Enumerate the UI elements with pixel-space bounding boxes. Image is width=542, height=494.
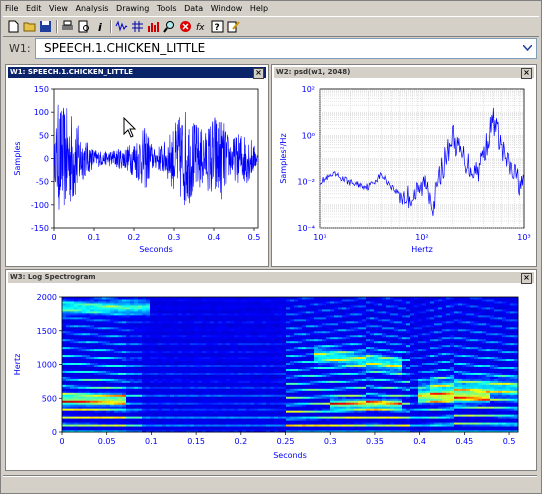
- spectrogram-cells: [62, 297, 519, 433]
- y-tick-label: -50: [36, 178, 49, 187]
- menu-file[interactable]: File: [3, 2, 21, 15]
- toolbar: i fx ?: [3, 16, 539, 37]
- pane-w1-title: W1: SPEECH.1.CHICKEN_LITTLE ×: [8, 67, 266, 79]
- print-icon[interactable]: [60, 19, 75, 34]
- x-axis-label: Hertz: [411, 245, 433, 254]
- y-axis-label: Samples²/Hz: [279, 133, 288, 183]
- edit-icon[interactable]: [226, 19, 241, 34]
- window-selector-value: SPEECH.1.CHICKEN_LITTLE: [44, 41, 206, 55]
- pane-w1[interactable]: W1: SPEECH.1.CHICKEN_LITTLE × 150 100 50 0-…: [5, 64, 269, 267]
- y-tick-label: -100: [31, 201, 49, 210]
- menu-drawing[interactable]: Drawing: [114, 2, 152, 15]
- menu-bar: File Edit View Analysis Drawing Tools Da…: [3, 2, 539, 15]
- info-icon[interactable]: i: [92, 19, 107, 34]
- menu-analysis[interactable]: Analysis: [74, 2, 112, 15]
- window-selector-bar: W1: SPEECH.1.CHICKEN_LITTLE: [3, 36, 537, 60]
- y-tick-label: 150: [34, 85, 49, 94]
- x-tick-label: 10²: [415, 233, 428, 242]
- new-file-icon[interactable]: [6, 19, 21, 34]
- close-icon[interactable]: ×: [521, 273, 532, 284]
- pane-w3[interactable]: W3: Log Spectrogram × 2000 1500 1000 500 0 0 0…: [5, 269, 537, 471]
- menu-window[interactable]: Window: [209, 2, 246, 15]
- close-icon[interactable]: ×: [253, 68, 264, 79]
- x-tick-label: 0.4: [208, 233, 221, 242]
- bar-chart-icon[interactable]: [146, 19, 161, 34]
- grid-icon[interactable]: [130, 19, 145, 34]
- y-tick-label: 100: [34, 108, 49, 117]
- psd-chart: 10² 10⁰ 10⁻² 10⁻⁴10¹ 10² 10³ Hertz Samples²/Hz: [279, 85, 531, 254]
- app-window: File Edit View Analysis Drawing Tools Da…: [0, 0, 542, 494]
- y-tick-label: 10⁻²: [297, 178, 315, 187]
- window-selector-label: W1:: [9, 42, 31, 55]
- save-icon[interactable]: [38, 19, 53, 34]
- window-selector-combo[interactable]: SPEECH.1.CHICKEN_LITTLE: [35, 38, 537, 59]
- open-folder-icon[interactable]: [22, 19, 37, 34]
- x-tick-label: 0.2: [128, 233, 141, 242]
- y-tick-label: 10⁻⁴: [297, 224, 315, 233]
- x-tick-label: 0.1: [88, 233, 101, 242]
- x-tick-label: 10¹: [313, 233, 326, 242]
- waveform-chart: 150100500-50-100-1500 0.1 0.2 0.3 0.4 0.5Seco…: [13, 85, 261, 254]
- close-icon[interactable]: ×: [521, 68, 532, 79]
- menu-view[interactable]: View: [47, 2, 71, 15]
- stop-icon[interactable]: [178, 19, 193, 34]
- y-axis-label: Samples: [13, 141, 22, 175]
- function-icon[interactable]: fx: [194, 19, 209, 34]
- y-tick-label: 0: [44, 155, 49, 164]
- y-tick-label: 50: [39, 131, 49, 140]
- x-tick-label: 0.3: [168, 233, 181, 242]
- pane-w2[interactable]: W2: psd(w1, 2048) × 10² 10⁰ 10⁻² 10⁻⁴ 10¹ 10²…: [271, 64, 537, 267]
- x-tick-label: 10³: [517, 233, 530, 242]
- pane-w3-title: W3: Log Spectrogram ×: [8, 272, 534, 284]
- menu-tools[interactable]: Tools: [155, 2, 180, 15]
- menu-help[interactable]: Help: [248, 2, 271, 15]
- y-tick-label: -150: [31, 224, 49, 233]
- menu-data[interactable]: Data: [182, 2, 206, 15]
- x-axis-label: Seconds: [139, 245, 173, 254]
- x-tick-label: 0: [51, 233, 56, 242]
- menu-edit[interactable]: Edit: [24, 2, 45, 15]
- x-tick-label: 0.5: [248, 233, 261, 242]
- help-icon[interactable]: ?: [210, 19, 225, 34]
- chevron-down-icon[interactable]: [520, 40, 535, 55]
- pane-w2-title: W2: psd(w1, 2048) ×: [274, 67, 534, 79]
- print-preview-icon[interactable]: [76, 19, 91, 34]
- y-tick-label: 10²: [302, 85, 315, 94]
- y-tick-label: 10⁰: [302, 131, 315, 140]
- waveform-icon[interactable]: [114, 19, 129, 34]
- zoom-icon[interactable]: [162, 19, 177, 34]
- spectrogram-chart: 20001500100050000 0.05 0.1 0.15 0.2 0.25 0.3 0.…: [13, 293, 519, 460]
